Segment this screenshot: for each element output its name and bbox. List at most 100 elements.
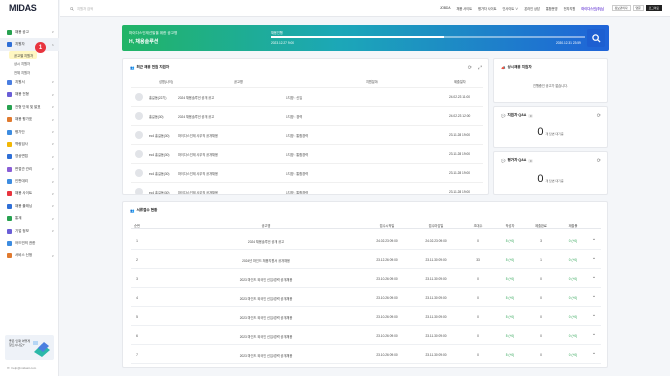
chevron-down-icon[interactable]: ⌄	[592, 255, 596, 261]
sidebar-item[interactable]: 면접관 관리 ∨	[0, 163, 59, 175]
chevron-icon: ∨	[51, 204, 54, 209]
search-box[interactable]: 지원자 검색	[70, 6, 93, 11]
sidebar-item[interactable]: 채용 사이트 ∨	[0, 188, 59, 200]
sidebar-item[interactable]: 채용 전형 ∨	[0, 89, 59, 101]
chevron-icon: ∨	[51, 130, 54, 135]
sidebar-item[interactable]: 평가단 ∨	[0, 126, 59, 138]
table-cell: 0	[540, 333, 542, 338]
table-cell: ec4 홍길동(30)	[149, 134, 170, 138]
table-row[interactable]: 5 2023 마인드 외국인 신입/경력 공개채용 23.10.26 09:00 23…	[131, 307, 601, 326]
table-row[interactable]: 홍길동(30) 2024 채용솔루션 공개 공고 1지망 : 경력 24.02.23 …	[131, 106, 483, 125]
sidebar-subitem[interactable]: 전체 지원자	[9, 68, 59, 77]
table-row[interactable]: ec4 홍길동(30) 마이다스인재 사무직 공개채용 1지망 : 통합경력 23.1…	[131, 125, 483, 144]
table-cell: 마이다스인재 사무직 공개채용	[178, 134, 218, 138]
promo-banner[interactable]: 좋은 인재 어떻게 찾으시나요?	[5, 335, 54, 360]
top-link[interactable]: 인사이트 ∨	[503, 6, 519, 11]
banner-search-button[interactable]	[587, 29, 605, 47]
sidebar-item[interactable]: 지원자 ∧	[0, 38, 59, 51]
table-row[interactable]: 3 2023 마인드 외국인 신입/경력 공개채용 23.10.26 09:00 23…	[131, 269, 601, 288]
steps-icon	[7, 104, 12, 110]
top-link[interactable]: 평가자 사이트	[478, 6, 496, 11]
sidebar-subitem[interactable]: 상시 지원자	[9, 59, 59, 68]
top-button[interactable]: 로그아웃	[645, 5, 662, 11]
chevron-down-icon[interactable]: ⌄	[592, 350, 596, 356]
chevron-icon: ∨	[51, 229, 54, 234]
sidebar-item[interactable]: 영상면접 ∨	[0, 151, 59, 163]
admin-icon	[7, 241, 12, 247]
table-row[interactable]: 7 2023 마인드 외국인 신입/경력 공개채용 23.10.26 09:00 23…	[131, 345, 601, 364]
table-cell: 0 (+0)	[568, 238, 578, 243]
app-logo[interactable]: MIDAS	[9, 3, 37, 13]
sidebar-item[interactable]: 기업 정보 ∨	[0, 225, 59, 237]
table-row[interactable]: ec4 홍길동(30) 마이다스인재 사무직 공개채용 1지망 : 통합경력 23.1…	[131, 182, 483, 194]
chevron-down-icon[interactable]: ⌄	[592, 274, 596, 280]
sidebar-item[interactable]: 서비스 신청 ∨	[0, 250, 59, 262]
column-header: 작성자	[505, 224, 515, 228]
top-button[interactable]: 영문	[632, 5, 644, 11]
table-cell: 23.11.28 19:00	[449, 190, 471, 194]
table-cell: 1지망 : 통합경력	[286, 153, 309, 157]
top-link[interactable]: 전자지원	[564, 6, 576, 11]
sidebar-item[interactable]: 지원서 ∨	[0, 76, 59, 88]
table-cell: 홍길동(30)	[149, 115, 164, 119]
hero-banner[interactable]: 마이다스인재선발을 위한 공고명 H, 채용솔루션 채용진행 2023.12.2…	[122, 25, 609, 51]
sidebar-item[interactable]: 통계 ∨	[0, 213, 59, 225]
refresh-icon[interactable]: ⟳	[597, 113, 601, 119]
table-cell: 0	[477, 295, 479, 300]
table-cell: 0	[477, 352, 479, 357]
recent-applicants-title: 👥 최근 채용 전원 지원자	[130, 65, 170, 70]
table-cell: 1지망 : 신입	[286, 96, 303, 100]
refresh-icon[interactable]: ⟳	[597, 158, 601, 164]
sidebar-item-label: 어드민의 권한	[15, 241, 36, 246]
chevron-down-icon[interactable]: ⌄	[592, 331, 596, 337]
sidebar-item[interactable]: 채용 공고 ∨	[0, 26, 59, 38]
table-cell: 23.11.28 19:00	[449, 152, 471, 156]
top-button[interactable]: 정보관리자	[611, 5, 631, 11]
table-cell: 24.02.23 11:00	[449, 95, 471, 99]
table-cell: 23.11.30 09:00	[425, 352, 447, 357]
refresh-icon[interactable]: ⟳	[468, 65, 472, 71]
sidebar-item[interactable]: 인판대리 ∨	[0, 175, 59, 187]
table-row[interactable]: 4 2023 마인드 외국인 신입/경력 공개채용 23.10.26 09:00 23…	[131, 288, 601, 307]
table-cell: 0 (+0)	[568, 333, 578, 338]
table-cell: ec4 홍길동(30)	[149, 172, 170, 176]
table-row[interactable]: 1 2024 채용솔루션 공개 공고 24.02.23 09:00 24.02.23 …	[131, 231, 601, 250]
table-cell: 5 (+0)	[505, 352, 515, 357]
table-row[interactable]: 2 2024년 마인드 채용지원서 공개채용 23.12.26 09:00 23.11…	[131, 250, 601, 269]
table-cell: 2024년 마인드 채용지원서 공개채용	[242, 258, 290, 263]
sidebar-item-label: 채용 평가표	[15, 117, 33, 122]
chevron-icon: ∨	[51, 167, 54, 172]
chevron-down-icon[interactable]: ⌄	[592, 236, 596, 242]
sidebar-item[interactable]: 채용 플래닝 ∨	[0, 200, 59, 212]
table-row[interactable]: 홍길동(22기) 2024 채용솔루션 공개 공고 1지망 : 신입 24.02.23…	[131, 87, 483, 106]
expand-icon[interactable]: ⤢	[478, 65, 482, 71]
table-cell: 33	[476, 257, 480, 262]
account-name[interactable]: 마이다스인(주)님	[581, 6, 604, 11]
search-input[interactable]: 지원자 검색	[77, 6, 93, 11]
table-cell: 0	[477, 333, 479, 338]
sidebar-item[interactable]: 전형 단계 및 발표 ∨	[0, 101, 59, 113]
chevron-down-icon[interactable]: ⌄	[592, 312, 596, 318]
sidebar-item[interactable]: 채용 평가표 ∨	[0, 113, 59, 125]
document-icon	[7, 79, 12, 85]
table-row[interactable]: ec4 홍길동(30) 마이다스인재 사무직 공개채용 1지망 : 통합경력 23.1…	[131, 163, 483, 182]
table-cell: 2	[136, 257, 138, 262]
table-cell: 2023 마인드 외국인 신입/경력 공개채용	[239, 353, 293, 358]
sidebar-subitem[interactable]: 공고별 지원자	[9, 50, 37, 60]
top-buttons: 정보관리자 영문 로그아웃	[611, 5, 662, 11]
table-row[interactable]: 6 2023 마인드 외국인 신입/경력 공개채용 23.10.26 09:00 23…	[131, 326, 601, 345]
support-email[interactable]: ✉ help@midasit.com	[7, 366, 36, 370]
top-link[interactable]: 통합운영	[546, 6, 558, 11]
evaluator-qa-card: 💬 평가자 Q&A 0 ⟳ 0개 답변 대기중	[493, 151, 608, 195]
top-link[interactable]: 온라인 상담	[524, 6, 540, 11]
avatar	[135, 150, 143, 158]
sidebar-item[interactable]: 역량검사 ∨	[0, 138, 59, 150]
top-link[interactable]: JOBDA	[440, 6, 451, 11]
avatar	[135, 131, 143, 139]
chevron-down-icon[interactable]: ⌄	[592, 293, 596, 299]
sidebar-item[interactable]: 어드민의 권한	[0, 237, 59, 249]
chart-icon	[7, 216, 12, 222]
top-link[interactable]: 채용 사이트	[456, 6, 472, 11]
megaphone-icon: 📣	[501, 65, 506, 70]
table-row[interactable]: ec4 홍길동(30) 마이다스인재 사무직 공개채용 1지망 : 통합경력 23.1…	[131, 144, 483, 163]
